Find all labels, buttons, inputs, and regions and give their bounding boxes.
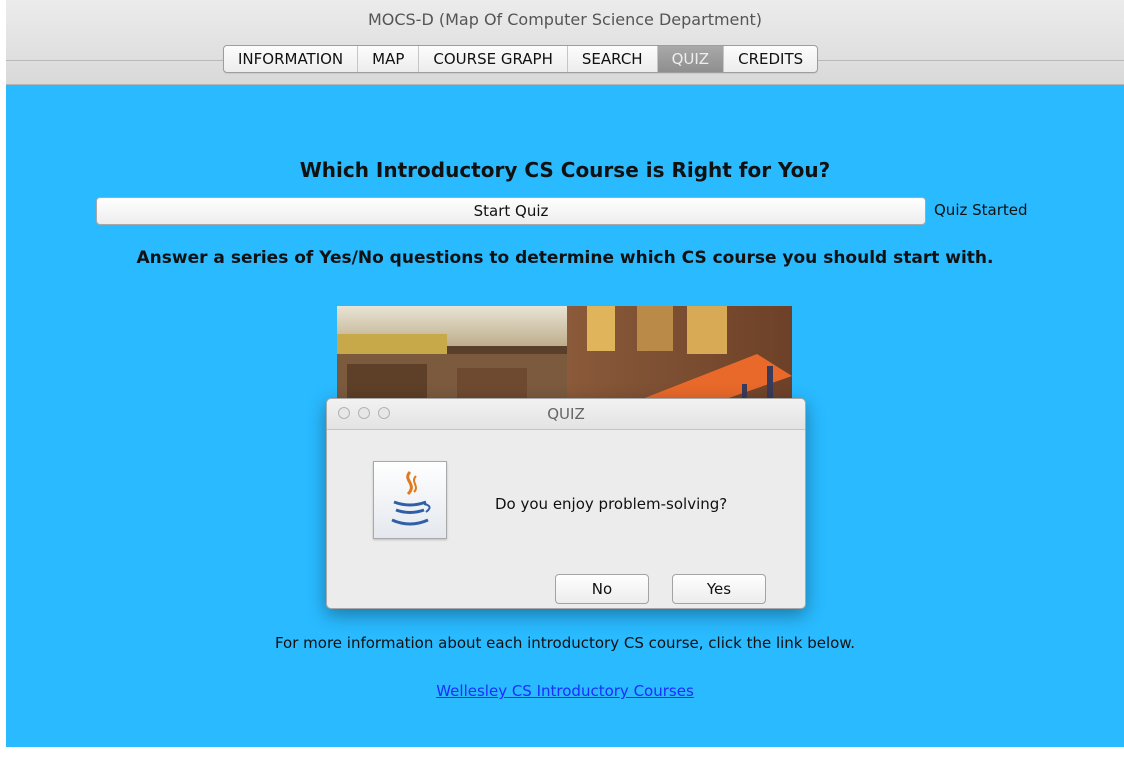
java-coffee-icon-graphic [391,470,431,526]
no-button[interactable]: No [555,574,649,604]
tab-credits[interactable]: CREDITS [724,46,817,72]
dialog-question: Do you enjoy problem-solving? [495,495,728,513]
courses-link[interactable]: Wellesley CS Introductory Courses [6,682,1124,700]
tab-search[interactable]: SEARCH [568,46,658,72]
dialog-titlebar: QUIZ [327,399,805,430]
quiz-heading: Which Introductory CS Course is Right fo… [299,158,831,182]
quiz-dialog: QUIZ Do you enjoy problem-solving? No Ye… [326,398,806,609]
start-quiz-button[interactable]: Start Quiz [96,197,926,225]
window-title: MOCS-D (Map Of Computer Science Departme… [367,10,763,29]
window-bottom-strip [6,747,1124,769]
java-coffee-icon [373,461,447,539]
tab-information[interactable]: INFORMATION [224,46,359,72]
dialog-title: QUIZ [547,405,585,423]
quiz-status-label: Quiz Started [934,201,1028,219]
tab-map[interactable]: MAP [358,46,420,72]
more-info-text: For more information about each introduc… [274,634,856,652]
app-window: MOCS-D (Map Of Computer Science Departme… [6,0,1124,769]
tab-bar: INFORMATION MAP COURSE GRAPH SEARCH QUIZ… [223,45,819,73]
yes-button[interactable]: Yes [672,574,766,604]
quiz-instructions: Answer a series of Yes/No questions to d… [136,248,994,268]
tab-quiz[interactable]: QUIZ [657,46,725,72]
window-titlebar: MOCS-D (Map Of Computer Science Departme… [6,0,1124,85]
tab-course-graph[interactable]: COURSE GRAPH [419,46,568,72]
